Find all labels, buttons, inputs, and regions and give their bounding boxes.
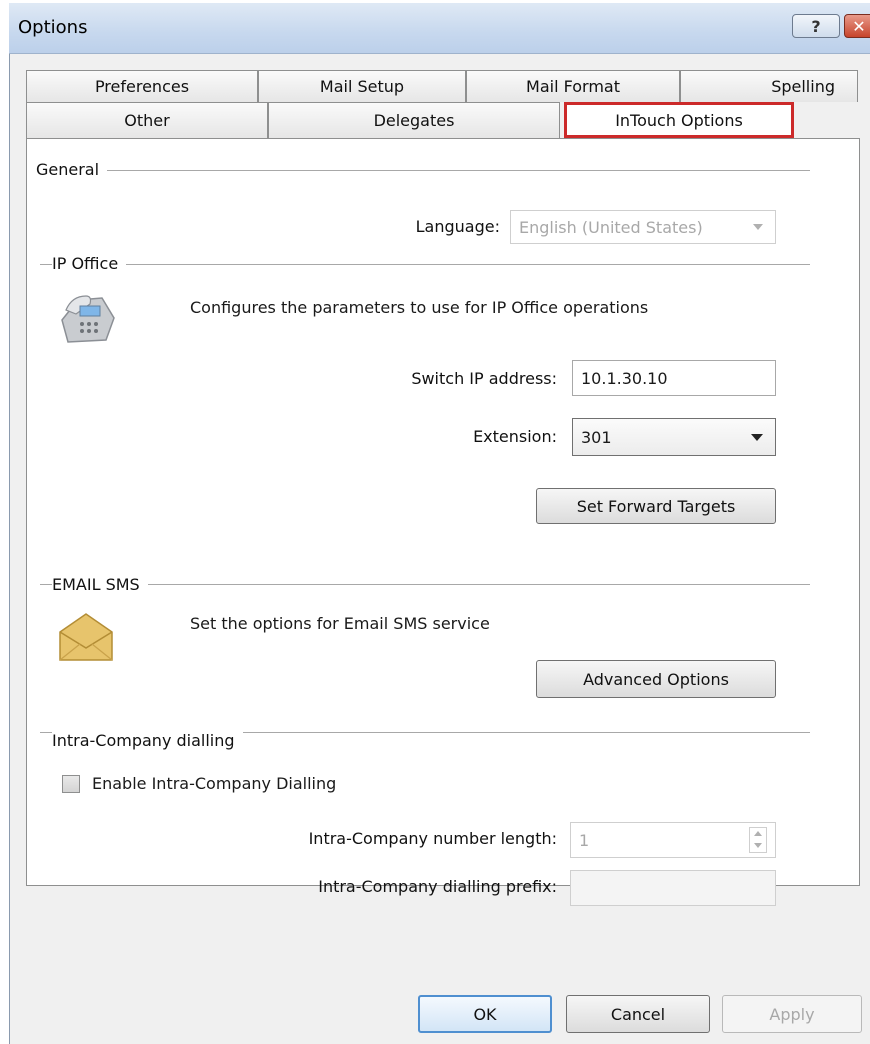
switch-ip-label: Switch IP address: — [411, 369, 557, 388]
chevron-down-icon — [753, 224, 763, 230]
window-title: Options — [18, 17, 88, 38]
tab-spelling[interactable]: Spelling — [680, 70, 858, 102]
tab-label: Other — [124, 111, 170, 130]
enable-intra-company-label: Enable Intra-Company Dialling — [92, 774, 337, 793]
dialling-prefix-input[interactable] — [570, 870, 776, 906]
phone-icon — [61, 295, 115, 343]
title-bar — [9, 3, 870, 54]
ip-office-heading: IP Office — [52, 254, 127, 273]
close-button[interactable]: ✕ — [844, 14, 870, 38]
ok-button[interactable]: OK — [418, 995, 552, 1033]
tab-label: Mail Setup — [319, 77, 405, 96]
number-length-label: Intra-Company number length: — [308, 829, 557, 848]
extension-select[interactable]: 301 — [572, 418, 776, 456]
general-heading: General — [36, 160, 108, 179]
email-sms-heading: EMAIL SMS — [52, 575, 148, 594]
switch-ip-input[interactable]: 10.1.30.10 — [572, 360, 776, 396]
tab-label: Delegates — [373, 111, 455, 130]
set-forward-targets-button[interactable]: Set Forward Targets — [536, 488, 776, 524]
button-label: Apply — [769, 1004, 815, 1024]
tab-label: Spelling — [771, 77, 835, 96]
tab-label: Preferences — [94, 77, 190, 96]
ip-office-divider — [40, 264, 810, 265]
extension-value: 301 — [581, 427, 612, 447]
email-sms-description: Set the options for Email SMS service — [190, 614, 490, 633]
spin-buttons[interactable] — [749, 827, 767, 853]
tab-label: Mail Format — [526, 77, 620, 96]
tab-other[interactable]: Other — [26, 102, 268, 138]
extension-label: Extension: — [473, 427, 557, 446]
help-icon: ? — [811, 16, 821, 36]
spin-down-icon — [754, 843, 762, 848]
enable-intra-company-checkbox[interactable] — [62, 775, 80, 793]
language-value: English (United States) — [519, 217, 703, 237]
general-divider — [40, 170, 810, 171]
language-select[interactable]: English (United States) — [510, 210, 776, 244]
envelope-icon — [59, 613, 113, 661]
language-label: Language: — [415, 217, 500, 236]
apply-button[interactable]: Apply — [722, 995, 862, 1033]
close-icon: ✕ — [852, 16, 866, 36]
intra-company-heading: Intra-Company dialling — [52, 731, 243, 750]
number-length-spinner[interactable]: 1 — [570, 822, 776, 858]
tab-mail-setup[interactable]: Mail Setup — [258, 70, 466, 102]
tab-label: InTouch Options — [615, 110, 743, 130]
tab-preferences[interactable]: Preferences — [26, 70, 258, 102]
spin-up-icon — [754, 831, 762, 836]
email-sms-divider — [40, 584, 810, 585]
tab-intouch-options[interactable]: InTouch Options — [564, 102, 794, 138]
button-label: OK — [473, 1004, 497, 1024]
button-label: Set Forward Targets — [576, 496, 736, 516]
advanced-options-button[interactable]: Advanced Options — [536, 660, 776, 698]
button-label: Advanced Options — [583, 669, 729, 689]
tab-mail-format[interactable]: Mail Format — [466, 70, 680, 102]
tab-delegates[interactable]: Delegates — [268, 102, 560, 138]
dialling-prefix-label: Intra-Company dialling prefix: — [318, 877, 557, 896]
help-button[interactable]: ? — [792, 14, 840, 38]
cancel-button[interactable]: Cancel — [566, 995, 710, 1033]
number-length-value: 1 — [579, 830, 590, 850]
button-label: Cancel — [610, 1004, 666, 1024]
chevron-down-icon — [751, 434, 763, 441]
ip-office-description: Configures the parameters to use for IP … — [190, 298, 649, 317]
